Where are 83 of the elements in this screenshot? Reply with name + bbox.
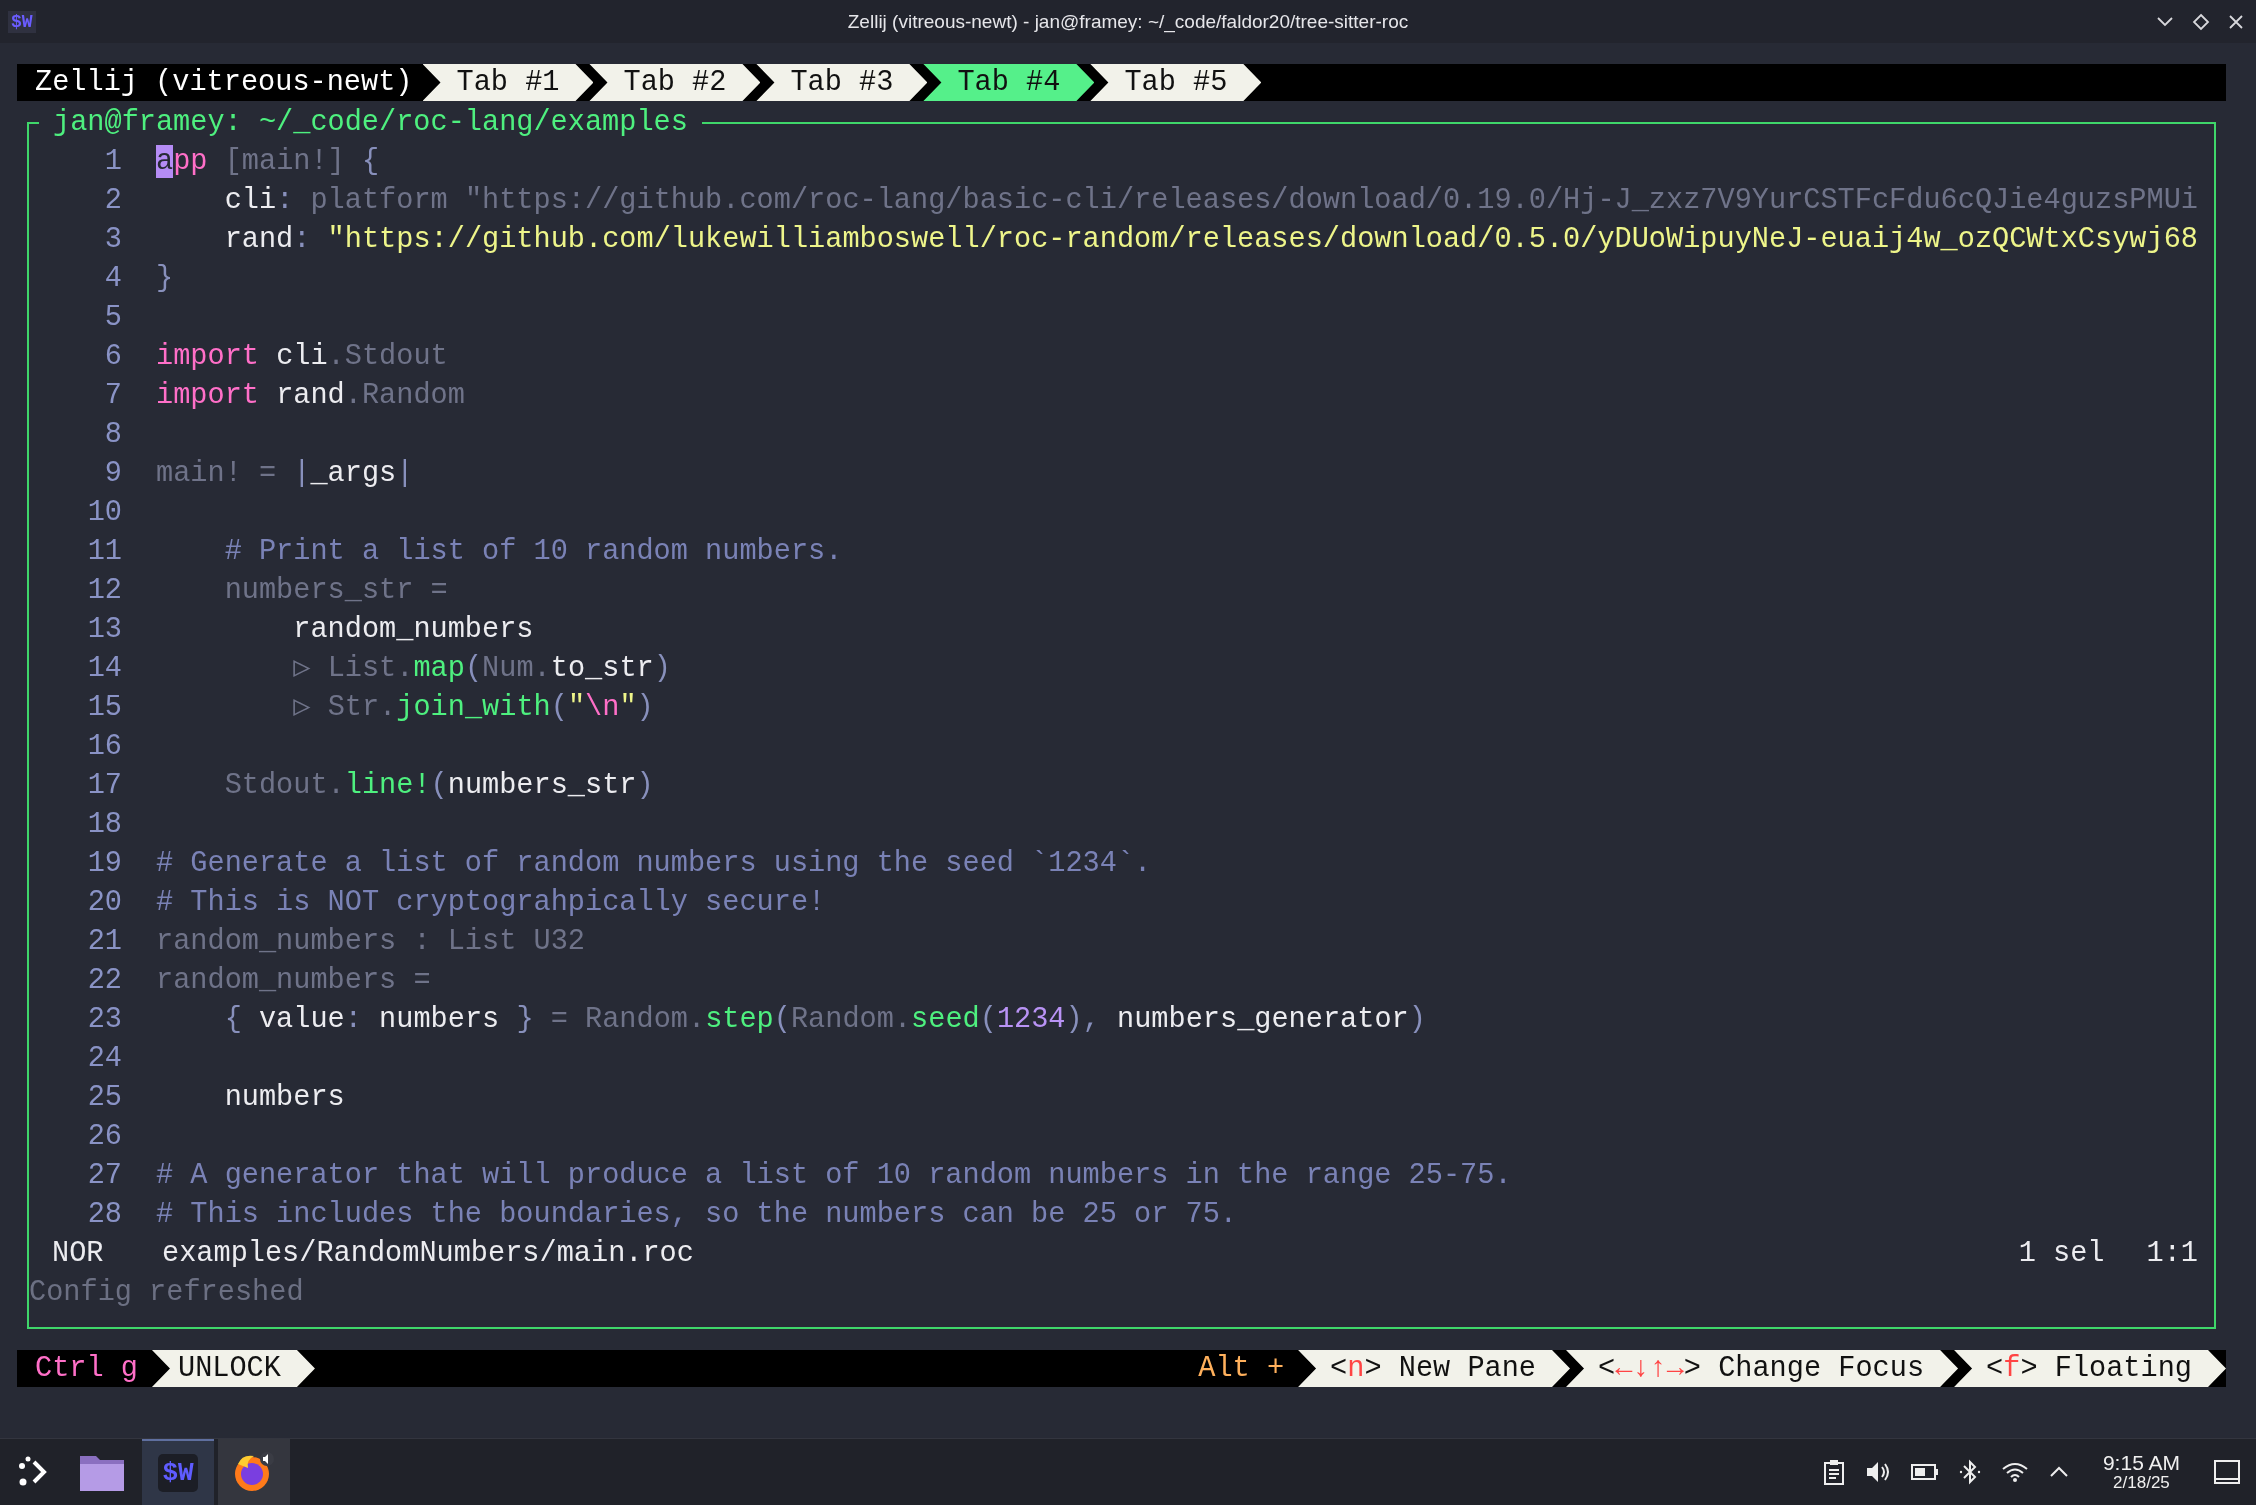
- tab[interactable]: Tab #5: [1090, 64, 1262, 101]
- wifi-icon[interactable]: [2000, 1461, 2029, 1483]
- code-line: # A generator that will produce a list of 10 random numbers in the range 25-75.: [156, 1158, 1512, 1194]
- mode-indicator: NOR: [51, 1236, 105, 1272]
- shortcut-hint[interactable]: <←↓↑→> Change Focus: [1566, 1350, 1959, 1387]
- line-number: 1: [103, 144, 123, 180]
- code-line: app [main!] {: [156, 144, 380, 180]
- line-number: 3: [103, 222, 123, 258]
- code-line: rand: "https://github.com/lukewilliamboswell/roc-random/releases/download/0.5.0/yDUoWipuyNeJ-euaij4w_ozQCWtxCsywj68: [223, 222, 2198, 258]
- speaker-icon[interactable]: [1864, 1460, 1891, 1484]
- line-number: 17: [86, 768, 123, 804]
- line-number: 6: [103, 339, 123, 375]
- code-line: main! = |_args|: [156, 456, 414, 492]
- pane-title: jan@framey: ~/_code/roc-lang/examples: [52, 105, 689, 141]
- line-number: 9: [103, 456, 123, 492]
- terminal-icon: $W: [158, 1454, 198, 1492]
- tab[interactable]: Tab #2: [589, 64, 761, 101]
- shortcut-key: Ctrl g: [17, 1352, 152, 1385]
- line-number: 4: [103, 261, 123, 297]
- code-line: # This includes the boundaries, so the numbers can be 25 or 75.: [156, 1197, 1238, 1233]
- tab[interactable]: Tab #3: [756, 64, 928, 101]
- line-number: 5: [103, 300, 123, 336]
- code-line: numbers: [223, 1080, 345, 1116]
- line-number: 24: [86, 1041, 123, 1077]
- line-number: 20: [86, 885, 123, 921]
- line-number: 11: [86, 534, 123, 570]
- code-line: Stdout.line!(numbers_str): [223, 768, 654, 804]
- line-number: 12: [86, 573, 123, 609]
- line-number: 22: [86, 963, 123, 999]
- clock[interactable]: 9:15 AM 2/18/25: [2102, 1452, 2180, 1492]
- code-line: # Print a list of 10 random numbers.: [223, 534, 843, 570]
- line-number: 13: [86, 612, 123, 648]
- code-line: import cli.Stdout: [156, 339, 448, 375]
- line-number: 18: [86, 807, 123, 843]
- code-line: random_numbers : List U32: [156, 924, 585, 960]
- line-number: 28: [86, 1197, 123, 1233]
- browser-icon: [232, 1450, 276, 1494]
- mode-tab[interactable]: UNLOCK: [151, 1350, 315, 1387]
- code-line: numbers_str =: [223, 573, 448, 609]
- code-line: { value: numbers } = Random.step(Random.seed(1234), numbers_generator): [223, 1002, 1426, 1038]
- tab[interactable]: Tab #1: [422, 64, 594, 101]
- show-desktop-icon[interactable]: [2214, 1460, 2240, 1484]
- code-line: # Generate a list of random numbers using the seed `1234`.: [156, 846, 1152, 882]
- code-line: }: [156, 261, 174, 297]
- session-name: Zellij (vitreous-newt): [34, 66, 414, 99]
- code-line: # This is NOT cryptograhpically secure!: [156, 885, 826, 921]
- tab[interactable]: Tab #4: [923, 64, 1095, 101]
- line-number: 23: [86, 1002, 123, 1038]
- line-number: 2: [103, 183, 123, 219]
- window-title: Zellij (vitreous-newt) - jan@framey: ~/_code/faldor20/tree-sitter-roc: [847, 10, 1409, 33]
- status-message: Config refreshed: [29, 1275, 304, 1311]
- code-line: random_numbers: [292, 612, 534, 648]
- bluetooth-icon[interactable]: [1958, 1459, 1981, 1485]
- line-number: 25: [86, 1080, 123, 1116]
- code-line: ▷ List.map(Num.to_str): [292, 651, 671, 687]
- shortcut-hint[interactable]: <n> New Pane: [1298, 1350, 1570, 1387]
- line-number: 16: [86, 729, 123, 765]
- selection-count: 1 sel: [2018, 1236, 2105, 1272]
- line-number: 27: [86, 1158, 123, 1194]
- app-icon: $W: [8, 10, 36, 33]
- line-number: 7: [103, 378, 123, 414]
- clipboard-icon[interactable]: [1822, 1459, 1845, 1485]
- line-number: 19: [86, 846, 123, 882]
- close-icon[interactable]: [2228, 13, 2244, 30]
- taskbar-app[interactable]: [218, 1439, 290, 1505]
- line-number: 21: [86, 924, 123, 960]
- line-number: 14: [86, 651, 123, 687]
- code-line: cli: platform "https://github.com/roc-lang/basic-cli/releases/download/0.19.0/Hj-J_zxz7V9YurCSTFcFdu6cQJie4guzsPMUi: [223, 183, 2198, 219]
- file-path: examples/RandomNumbers/main.roc: [162, 1236, 694, 1272]
- code-line: import rand.Random: [156, 378, 465, 414]
- shortcut-hint[interactable]: <f> Floating: [1954, 1350, 2226, 1387]
- caret-up-icon[interactable]: [2048, 1465, 2069, 1479]
- line-number: 10: [86, 495, 123, 531]
- taskbar-app[interactable]: $W: [142, 1439, 214, 1505]
- line-number: 8: [103, 417, 123, 453]
- line-number: 15: [86, 690, 123, 726]
- cursor-position: 1:1: [2146, 1236, 2198, 1272]
- minimize-icon[interactable]: [2156, 15, 2174, 28]
- battery-icon[interactable]: [1910, 1463, 1939, 1481]
- code-line: ▷ Str.join_with("\n"): [292, 690, 654, 726]
- code-line: random_numbers =: [156, 963, 431, 999]
- maximize-icon[interactable]: [2192, 12, 2210, 31]
- line-number: 26: [86, 1119, 123, 1155]
